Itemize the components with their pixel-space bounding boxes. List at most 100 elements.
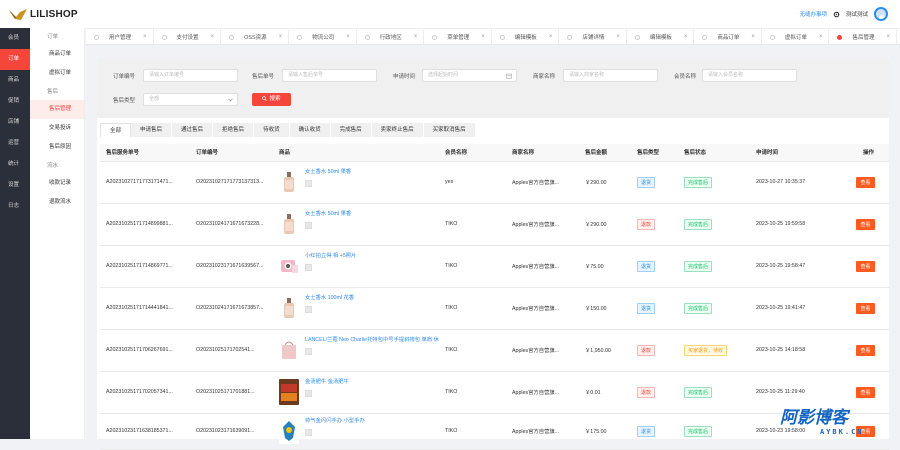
goods-name-link[interactable]: 女士香水 50ml 果香 bbox=[305, 169, 351, 176]
status-tab-7[interactable]: 卖家终止售后 bbox=[372, 123, 424, 137]
goods-cell: 女士香水 50ml 果香 bbox=[273, 161, 439, 204]
goods-spec-checkbox[interactable] bbox=[305, 390, 312, 397]
tab-1[interactable]: 支付设置 × bbox=[154, 29, 222, 44]
goods-name-link[interactable]: 女士香水 100ml 花香 bbox=[305, 295, 354, 302]
type-select[interactable]: 全部 bbox=[143, 93, 238, 106]
menu-item-aftersale-reason[interactable]: 售后原因 bbox=[30, 138, 84, 157]
member-input[interactable]: 请输入会员名称 bbox=[702, 69, 797, 82]
status-tab-4[interactable]: 待收货 bbox=[254, 123, 290, 137]
after-sn-input[interactable]: 请输入售后单号 bbox=[282, 69, 377, 82]
menu-item-refund-flow[interactable]: 退款流水 bbox=[30, 193, 84, 212]
sidebar-item-5[interactable]: 运营 bbox=[0, 133, 30, 154]
settings-icon[interactable] bbox=[833, 11, 840, 18]
tab-4[interactable]: 行政地区 × bbox=[357, 29, 425, 44]
sidebar-item-3[interactable]: 促销 bbox=[0, 91, 30, 112]
close-icon[interactable]: × bbox=[211, 34, 215, 40]
close-icon[interactable]: × bbox=[819, 34, 823, 40]
product-image bbox=[279, 379, 299, 405]
status-tab-8[interactable]: 买家取消售后 bbox=[424, 123, 476, 137]
close-icon[interactable]: × bbox=[414, 34, 418, 40]
tab-3[interactable]: 物流公司 × bbox=[289, 29, 357, 44]
goods-name-link[interactable]: 金汤肥牛 金汤肥牛 bbox=[305, 379, 349, 386]
goods-info: 小红拍立得 相 +5照片 bbox=[279, 253, 439, 279]
sidebar-item-8[interactable]: 日志 bbox=[0, 196, 30, 217]
menu-item-payment-log[interactable]: 收款记录 bbox=[30, 174, 84, 193]
tab-8[interactable]: 编辑模板 × bbox=[627, 29, 695, 44]
close-icon[interactable]: × bbox=[279, 34, 283, 40]
tab-11[interactable]: 售后管理 × bbox=[829, 29, 897, 44]
search-button[interactable]: 搜索 bbox=[252, 93, 291, 106]
logo[interactable]: LILISHOP bbox=[0, 0, 85, 28]
status-tag: 完成售后 bbox=[684, 302, 713, 314]
status-tab-6[interactable]: 完成售后 bbox=[331, 123, 372, 137]
status-tab-2[interactable]: 通过售后 bbox=[172, 123, 214, 137]
view-button[interactable]: 查看 bbox=[856, 260, 875, 272]
goods-name-link[interactable]: 小红拍立得 相 +5照片 bbox=[305, 253, 356, 260]
menu-item-aftersale-manage[interactable]: 售后管理 bbox=[30, 100, 84, 119]
watermark-cn: 阿影博客 bbox=[780, 408, 851, 428]
user-name[interactable]: 测试测试 bbox=[846, 10, 868, 18]
order-sn-cell: O20231024171671673857... bbox=[190, 287, 273, 330]
avatar[interactable] bbox=[874, 7, 888, 21]
tab-label: 售后管理 bbox=[852, 35, 875, 41]
sidebar-item-2[interactable]: 商品 bbox=[0, 70, 30, 91]
todo-link[interactable]: 无缝办事项 bbox=[799, 10, 827, 18]
watermark-en: AYBK.CN bbox=[820, 428, 864, 436]
close-icon[interactable]: × bbox=[143, 34, 147, 40]
status-tab-5[interactable]: 确认收货 bbox=[290, 123, 331, 137]
close-icon[interactable]: × bbox=[481, 34, 485, 40]
tab-status-dot bbox=[432, 34, 438, 40]
goods-name-link[interactable]: 女士香水 50ml 果香 bbox=[305, 211, 351, 218]
close-icon[interactable]: × bbox=[886, 34, 890, 40]
goods-spec-checkbox[interactable] bbox=[305, 348, 312, 355]
status-tab-3[interactable]: 拒绝售后 bbox=[213, 123, 255, 137]
tab-2[interactable]: OSS资源 × bbox=[221, 29, 290, 44]
tab-9[interactable]: 商品订单 × bbox=[694, 29, 762, 44]
view-button[interactable]: 查看 bbox=[856, 302, 875, 314]
menu-item-complaint[interactable]: 交易投诉 bbox=[30, 119, 84, 138]
goods-spec-checkbox[interactable] bbox=[305, 306, 312, 313]
view-button[interactable]: 查看 bbox=[856, 344, 875, 356]
tab-0[interactable]: 用户管理 × bbox=[86, 29, 154, 44]
sidebar-item-0[interactable]: 会员 bbox=[0, 28, 30, 49]
status-tab-0[interactable]: 全部 bbox=[100, 123, 132, 137]
member-cell: TIKO bbox=[439, 245, 506, 288]
sidebar-item-4[interactable]: 店铺 bbox=[0, 112, 30, 133]
type-tag: 退货 bbox=[637, 302, 656, 314]
sidebar-item-1[interactable]: 订单 bbox=[0, 49, 30, 70]
close-icon[interactable]: × bbox=[684, 34, 688, 40]
tab-6[interactable]: 编辑模板 × bbox=[492, 29, 560, 44]
view-button[interactable]: 查看 bbox=[856, 386, 875, 398]
status-tag: 完成售后 bbox=[684, 218, 713, 230]
goods-spec-checkbox[interactable] bbox=[305, 429, 312, 436]
type-tag: 退款 bbox=[637, 386, 656, 398]
menu-item-goods-order[interactable]: 商品订单 bbox=[30, 45, 84, 64]
view-button[interactable]: 查看 bbox=[856, 218, 875, 230]
goods-name-link[interactable]: LANCEL/兰蔻 Neo Charlie托特包中号手提斜挎包 单肩 休 bbox=[305, 337, 439, 344]
tab-10[interactable]: 虚拟订单 × bbox=[762, 29, 830, 44]
order-sn-cell: O20231025171702541... bbox=[190, 329, 273, 372]
order-sn-cell: O20231027171773137313... bbox=[190, 161, 273, 204]
close-icon[interactable]: × bbox=[616, 34, 620, 40]
goods-spec-checkbox[interactable] bbox=[305, 264, 312, 271]
tab-7[interactable]: 店铺详情 × bbox=[559, 29, 627, 44]
tab-5[interactable]: 菜单管理 × bbox=[424, 29, 492, 44]
type-tag: 退款 bbox=[637, 344, 656, 356]
tab-label: 菜单管理 bbox=[447, 35, 470, 41]
close-icon[interactable]: × bbox=[346, 34, 350, 40]
goods-spec-checkbox[interactable] bbox=[305, 222, 312, 229]
sidebar-item-6[interactable]: 统计 bbox=[0, 154, 30, 175]
close-icon[interactable]: × bbox=[549, 34, 553, 40]
sidebar-item-7[interactable]: 设置 bbox=[0, 175, 30, 196]
order-sn-cell: O20231024171671673228... bbox=[190, 203, 273, 246]
tab-label: 行政地区 bbox=[379, 35, 402, 41]
time-picker[interactable]: 选择起始时间 bbox=[422, 69, 517, 82]
view-button[interactable]: 查看 bbox=[856, 176, 875, 188]
close-icon[interactable]: × bbox=[751, 34, 755, 40]
goods-spec-checkbox[interactable] bbox=[305, 180, 312, 187]
status-tab-1[interactable]: 申请售后 bbox=[131, 123, 173, 137]
menu-item-virtual-order[interactable]: 虚拟订单 bbox=[30, 64, 84, 83]
goods-name-link[interactable]: 帅气金闪闪手办 小型手办 bbox=[305, 418, 365, 425]
order-sn-input[interactable]: 请输入订单编号 bbox=[143, 69, 238, 82]
store-input[interactable]: 请输入商家名称 bbox=[563, 69, 658, 82]
